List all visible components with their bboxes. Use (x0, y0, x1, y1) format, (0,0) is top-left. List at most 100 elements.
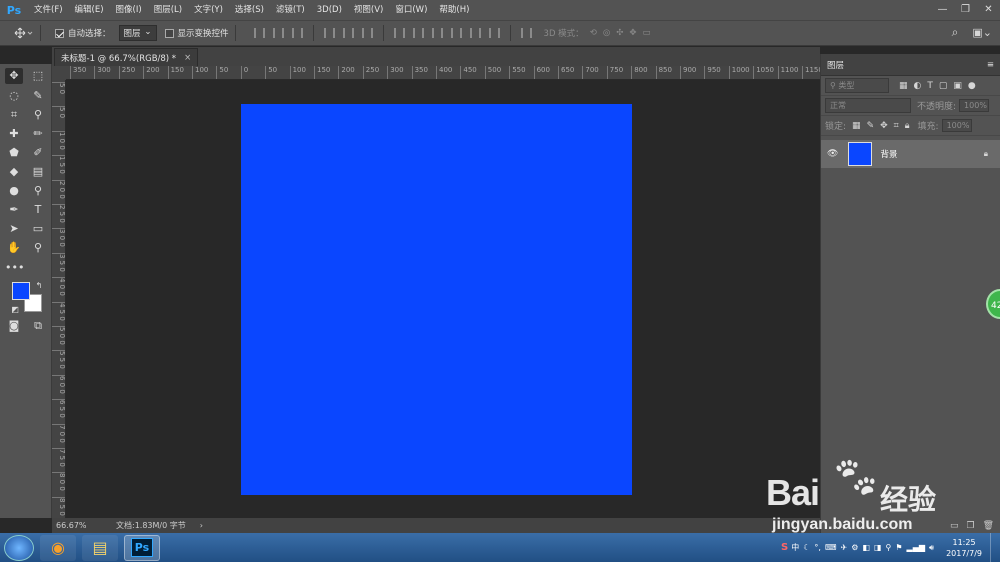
zoom-level[interactable]: 66.67% (56, 521, 106, 530)
distribute-top-icon[interactable] (393, 28, 405, 38)
roll-3d-icon[interactable]: ◎ (603, 28, 610, 38)
tray-icon-3[interactable]: ⚲ (886, 543, 892, 552)
lasso-tool-icon[interactable]: ◌ (5, 88, 23, 104)
healing-brush-tool-icon[interactable]: ✚ (5, 126, 23, 142)
distribute-right-icon[interactable] (488, 28, 500, 38)
align-vcenter-icon[interactable] (272, 28, 284, 38)
lock-position-icon[interactable]: ✥ (880, 121, 888, 131)
clock[interactable]: 11:25 2017/7/9 (946, 537, 982, 559)
tray-icon-1[interactable]: ◧ (862, 543, 870, 552)
align-right-icon[interactable] (361, 28, 373, 38)
taskbar-browser-icon[interactable]: ◉ (40, 534, 76, 561)
align-top-icon[interactable] (253, 28, 265, 38)
path-select-tool-icon[interactable]: ➤ (5, 221, 23, 237)
show-desktop-button[interactable] (990, 533, 1000, 562)
brush-tool-icon[interactable]: ✏ (29, 126, 47, 142)
moon-icon[interactable]: ☾ (803, 543, 810, 552)
sogou-icon[interactable]: S (781, 542, 788, 553)
flag-icon[interactable]: ⚑ (895, 543, 902, 552)
document-canvas[interactable] (241, 104, 632, 495)
scale-3d-icon[interactable]: ▭ (642, 28, 650, 38)
menu-image[interactable]: 图像(I) (110, 0, 148, 20)
show-transform-option[interactable]: 显示变换控件 (164, 27, 229, 39)
screen-mode-icon[interactable]: ⧉ (29, 318, 47, 334)
punct-icon[interactable]: °, (814, 543, 821, 552)
auto-select-checkbox[interactable] (55, 28, 64, 38)
menu-view[interactable]: 视图(V) (348, 0, 389, 20)
filter-adjust-icon[interactable]: ◐ (914, 81, 922, 91)
align-bottom-icon[interactable] (291, 28, 303, 38)
rotate-3d-icon[interactable]: ⟲ (590, 28, 597, 38)
menu-edit[interactable]: 编辑(E) (69, 0, 110, 20)
show-transform-checkbox[interactable] (164, 28, 174, 38)
eraser-tool-icon[interactable]: ◆ (5, 164, 23, 180)
type-tool-icon[interactable]: T (29, 202, 47, 218)
volume-icon[interactable]: 🔊︎ (929, 543, 934, 553)
canvas-workspace[interactable] (66, 80, 820, 518)
zoom-tool-icon[interactable]: ⚲ (29, 240, 47, 256)
more-tools-icon[interactable]: ••• (5, 260, 24, 276)
drag-3d-icon[interactable]: ✣ (616, 28, 623, 38)
gradient-tool-icon[interactable]: ▤ (29, 164, 47, 180)
align-hcenter-icon[interactable] (342, 28, 354, 38)
crop-tool-icon[interactable]: ⌗ (5, 107, 23, 123)
distribute-bottom-icon[interactable] (431, 28, 443, 38)
opacity-input[interactable]: 100% (959, 99, 990, 112)
rectangle-tool-icon[interactable]: ▭ (29, 221, 47, 237)
menu-select[interactable]: 选择(S) (229, 0, 270, 20)
dodge-tool-icon[interactable]: ⚲ (29, 183, 47, 199)
marquee-tool-icon[interactable]: ⬚ (29, 68, 47, 84)
auto-select-option[interactable]: 自动选择： (55, 27, 111, 39)
distribute-hcenter-icon[interactable] (469, 28, 481, 38)
horizontal-ruler[interactable]: 350 300 250 200 150 100 50 0 50 100 150 200 250 300 35… (66, 66, 820, 80)
layers-panel-tab[interactable]: 图层 (827, 59, 844, 71)
quick-select-tool-icon[interactable]: ✎ (29, 88, 47, 104)
auto-align-icon[interactable] (520, 28, 532, 38)
tools-icon[interactable]: ✈ (841, 543, 848, 552)
history-brush-tool-icon[interactable]: ✐ (29, 145, 47, 161)
fill-input[interactable]: 100% (941, 119, 972, 132)
lock-artboard-icon[interactable]: ⌗ (894, 121, 899, 131)
distribute-left-icon[interactable] (450, 28, 462, 38)
vertical-ruler[interactable]: 5 0 5 0 1 0 0 1 5 0 2 0 0 2 5 0 3 0 0 3 5 0 4 0 … (52, 80, 66, 518)
filter-smart-icon[interactable]: ▣ (953, 81, 962, 91)
document-tab[interactable]: 未标题-1 @ 66.7%(RGB/8) * × (54, 48, 199, 66)
filter-toggle-icon[interactable]: ● (968, 81, 976, 91)
menu-type[interactable]: 文字(Y) (188, 0, 229, 20)
align-left-icon[interactable] (323, 28, 335, 38)
taskbar-photoshop[interactable]: Ps (124, 534, 160, 561)
keyboard-icon[interactable]: ⌨ (825, 543, 837, 552)
clone-stamp-tool-icon[interactable]: ⬟ (5, 145, 23, 161)
panel-menu-icon[interactable]: ≡ (987, 60, 994, 70)
quick-mask-icon[interactable]: ◙ (5, 318, 23, 334)
distribute-vcenter-icon[interactable] (412, 28, 424, 38)
minimize-button[interactable]: — (931, 0, 954, 20)
menu-3d[interactable]: 3D(D) (311, 0, 348, 20)
auto-select-dropdown[interactable]: 图层 ⌄ (118, 25, 157, 41)
swap-colors-icon[interactable]: ↰ (30, 278, 48, 294)
blur-tool-icon[interactable]: ● (5, 183, 23, 199)
search-icon[interactable]: ⌕ (952, 25, 959, 40)
foreground-color-swatch[interactable] (12, 282, 30, 300)
layer-row[interactable]: 👁︎ 背景 🔒︎ (821, 140, 1000, 168)
network-icon[interactable]: ▂▄▆ (907, 543, 925, 552)
filter-shape-icon[interactable]: ▢ (939, 81, 948, 91)
eyedropper-tool-icon[interactable]: ⚲ (29, 107, 47, 123)
filter-type-icon[interactable]: T (927, 81, 933, 91)
lock-all-icon[interactable]: 🔒︎ (905, 121, 910, 131)
menu-filter[interactable]: 滤镜(T) (270, 0, 311, 20)
hand-tool-icon[interactable]: ✋ (5, 240, 23, 256)
taskbar-explorer-icon[interactable]: ▤ (82, 534, 118, 561)
eye-icon[interactable]: 👁︎ (827, 149, 838, 159)
filter-pixel-icon[interactable]: ▦ (899, 81, 908, 91)
default-colors-icon[interactable]: ◩ (6, 302, 24, 318)
menu-file[interactable]: 文件(F) (28, 0, 69, 20)
menu-layer[interactable]: 图层(L) (148, 0, 188, 20)
slide-3d-icon[interactable]: ✥ (629, 28, 636, 38)
restore-button[interactable]: ❐ (954, 0, 977, 20)
menu-help[interactable]: 帮助(H) (433, 0, 475, 20)
move-tool-preset[interactable] (14, 27, 34, 39)
menu-window[interactable]: 窗口(W) (389, 0, 433, 20)
workspace-icon[interactable]: ▣⌄ (972, 26, 992, 39)
close-button[interactable]: ✕ (977, 0, 1000, 20)
